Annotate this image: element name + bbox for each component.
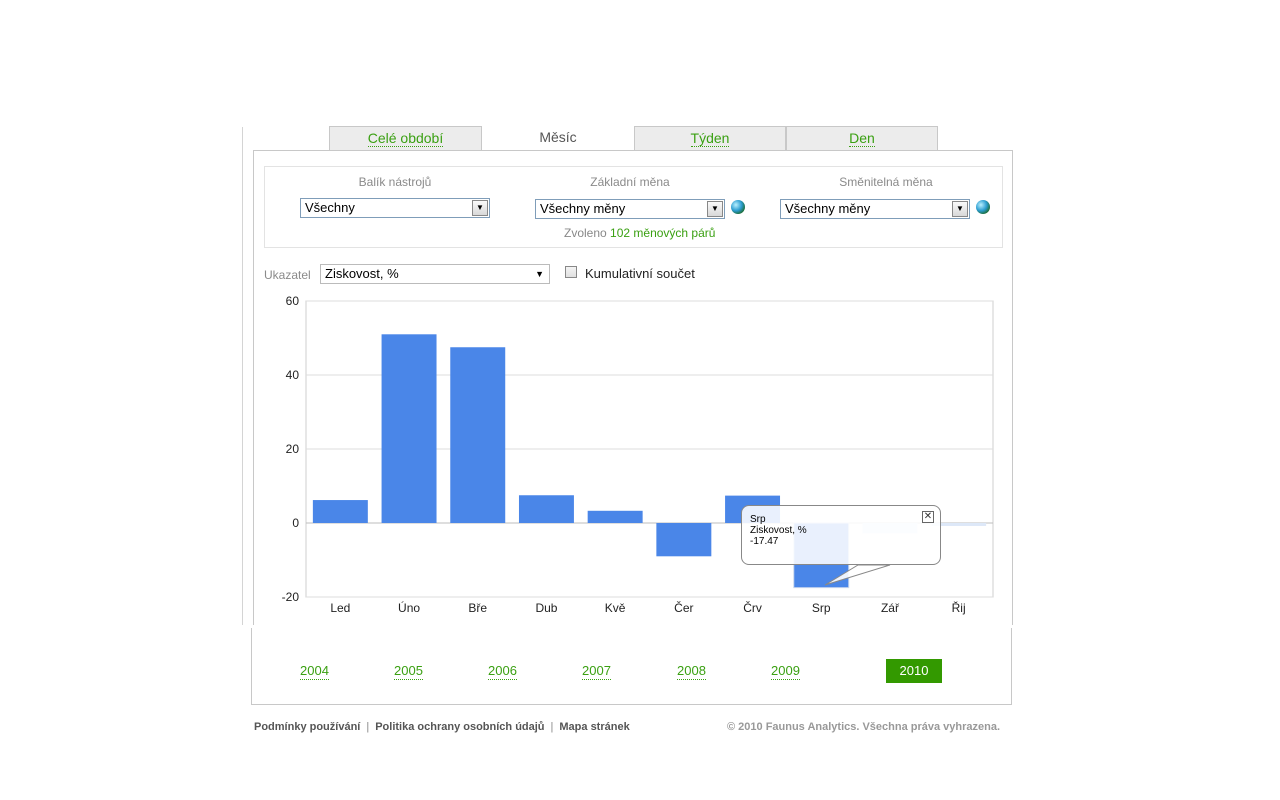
x-tick-label: Srp <box>812 601 831 615</box>
copyright: © 2010 Faunus Analytics. Všechna práva v… <box>727 721 1001 733</box>
chart-tooltip: Srp Ziskovost, % -17.47 ✕ <box>741 505 941 565</box>
x-tick-label: Bře <box>468 601 487 615</box>
bar-Bře[interactable] <box>450 347 506 523</box>
footer-separator: | <box>366 721 370 733</box>
year-link[interactable]: 2005 <box>394 663 423 680</box>
y-tick-label: 60 <box>286 294 300 308</box>
year-link[interactable]: 2004 <box>300 663 329 680</box>
tooltip-series: Ziskovost, % <box>750 525 807 536</box>
x-tick-label: Kvě <box>605 601 626 615</box>
y-tick-label: -20 <box>282 590 300 604</box>
year-link[interactable]: 2009 <box>771 663 800 680</box>
x-tick-label: Čer <box>674 600 693 615</box>
y-tick-label: 20 <box>286 442 300 456</box>
year-link[interactable]: 2008 <box>677 663 706 680</box>
footer-link-privacy[interactable]: Politika ochrany osobních údajů <box>375 721 544 733</box>
year-link[interactable]: 2007 <box>582 663 611 680</box>
footer-link-sitemap[interactable]: Mapa stránek <box>559 721 629 733</box>
x-tick-label: Led <box>330 601 350 615</box>
x-tick-label: Dub <box>535 601 557 615</box>
bar-Kvě[interactable] <box>587 510 643 523</box>
bar-Dub[interactable] <box>518 495 574 523</box>
tooltip-value: -17.47 <box>750 536 779 547</box>
close-icon[interactable]: ✕ <box>922 511 934 523</box>
x-tick-label: Úno <box>398 600 420 615</box>
y-tick-label: 40 <box>286 368 300 382</box>
x-tick-label: Řij <box>952 600 966 615</box>
bar-Led[interactable] <box>312 500 368 523</box>
year-active[interactable]: 2010 <box>886 659 942 683</box>
bar-Čer[interactable] <box>656 523 712 557</box>
year-link[interactable]: 2006 <box>488 663 517 680</box>
footer-separator: | <box>550 721 554 733</box>
y-tick-label: 0 <box>292 516 299 530</box>
footer-link-terms[interactable]: Podmínky používání <box>254 721 360 733</box>
x-tick-label: Črv <box>743 600 762 615</box>
bar-Úno[interactable] <box>381 334 437 523</box>
x-tick-label: Zář <box>881 601 900 615</box>
footer-links: Podmínky používání | Politika ochrany osob… <box>254 721 630 733</box>
tooltip-category: Srp <box>750 514 766 525</box>
